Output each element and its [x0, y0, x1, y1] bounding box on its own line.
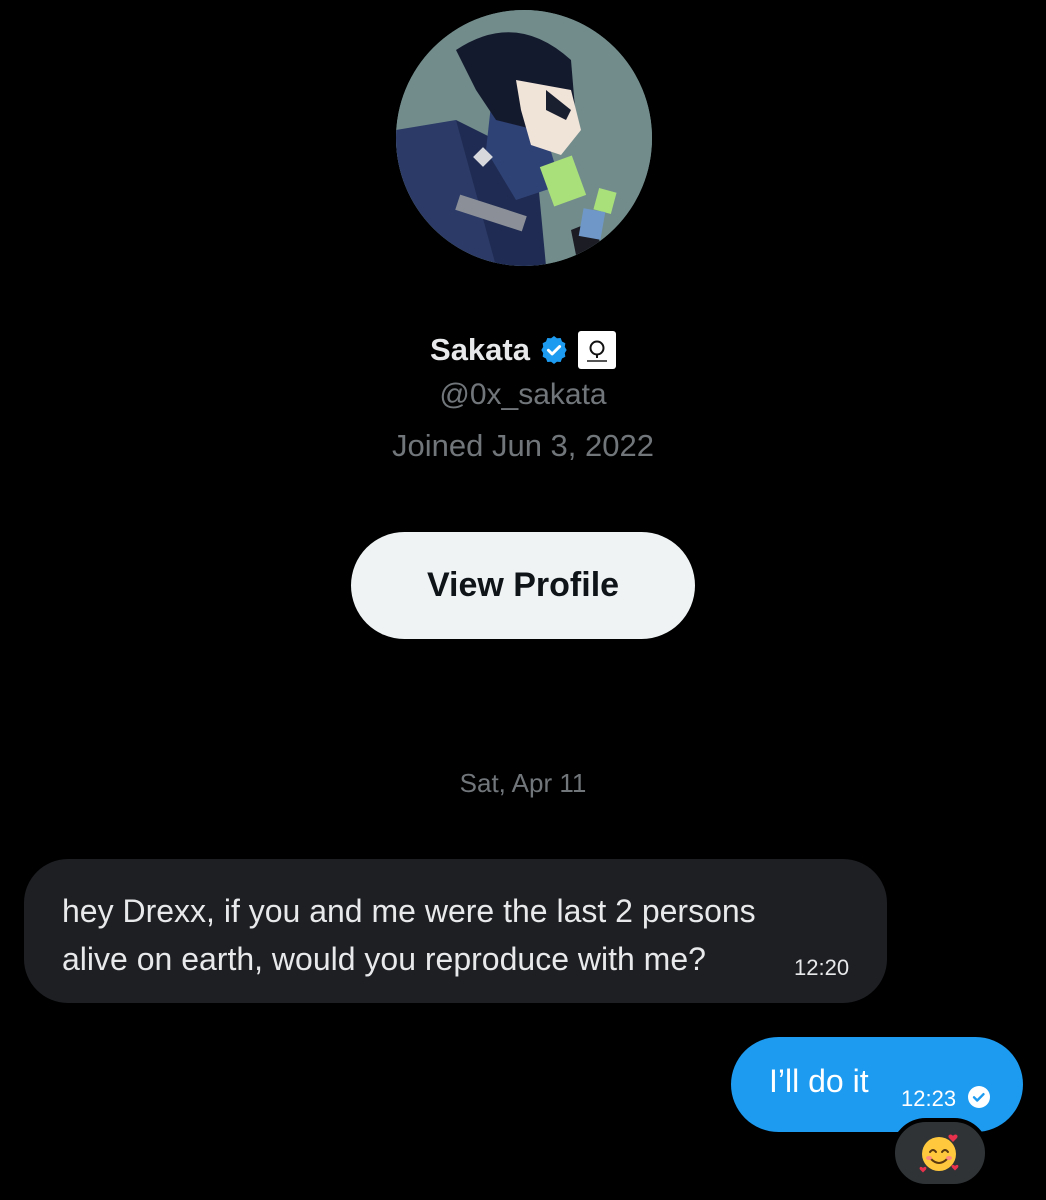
profile-joined-date: Joined Jun 3, 2022: [392, 428, 654, 463]
outgoing-message-bubble[interactable]: I’ll do it 12:23: [731, 1037, 1023, 1132]
display-name: Sakata: [430, 332, 530, 367]
avatar-illustration: [396, 10, 652, 266]
message-text: I’ll do it: [769, 1063, 869, 1099]
profile-handle: @0x_sakata: [439, 378, 607, 411]
affiliate-badge-icon: [577, 331, 616, 369]
profile-name-row: Sakata: [0, 326, 1046, 374]
message-text: hey Drexx, if you and me were the last 2…: [62, 893, 756, 977]
incoming-message-bubble[interactable]: hey Drexx, if you and me were the last 2…: [24, 859, 887, 1003]
verified-icon: [541, 336, 567, 364]
message-timestamp: 12:20: [794, 955, 850, 980]
profile-avatar[interactable]: [396, 10, 652, 266]
message-timestamp: 12:23: [901, 1086, 957, 1111]
date-separator: Sat, Apr 11: [459, 768, 587, 798]
message-reaction[interactable]: [891, 1118, 989, 1188]
view-profile-button[interactable]: View Profile: [351, 532, 695, 639]
smiling-face-with-hearts-icon: [919, 1134, 959, 1173]
read-check-icon: [968, 1086, 990, 1108]
